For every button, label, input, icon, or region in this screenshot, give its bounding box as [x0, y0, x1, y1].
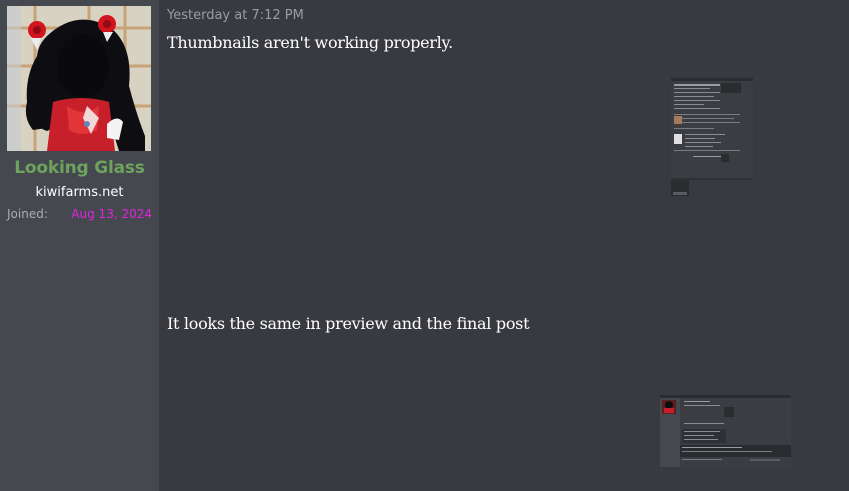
avatar[interactable] — [7, 6, 151, 151]
message-post: Looking Glass kiwifarms.net Joined: Aug … — [0, 0, 849, 491]
attachment-thumbnail-2[interactable] — [660, 395, 791, 467]
joined-date: Aug 13, 2024 — [71, 207, 152, 221]
user-sidebar: Looking Glass kiwifarms.net Joined: Aug … — [0, 0, 159, 491]
joined-label: Joined: — [7, 207, 48, 221]
message-paragraph-1: Thumbnails aren't working properly. — [167, 33, 453, 52]
user-title: kiwifarms.net — [35, 185, 124, 200]
message-paragraph-2: It looks the same in preview and the fin… — [167, 314, 530, 333]
username[interactable]: Looking Glass — [0, 158, 159, 178]
post-timestamp[interactable]: Yesterday at 7:12 PM — [167, 8, 304, 23]
attachment-thumbnail-1[interactable] — [671, 78, 755, 198]
message-main: Yesterday at 7:12 PM Thumbnails aren't w… — [159, 0, 849, 491]
